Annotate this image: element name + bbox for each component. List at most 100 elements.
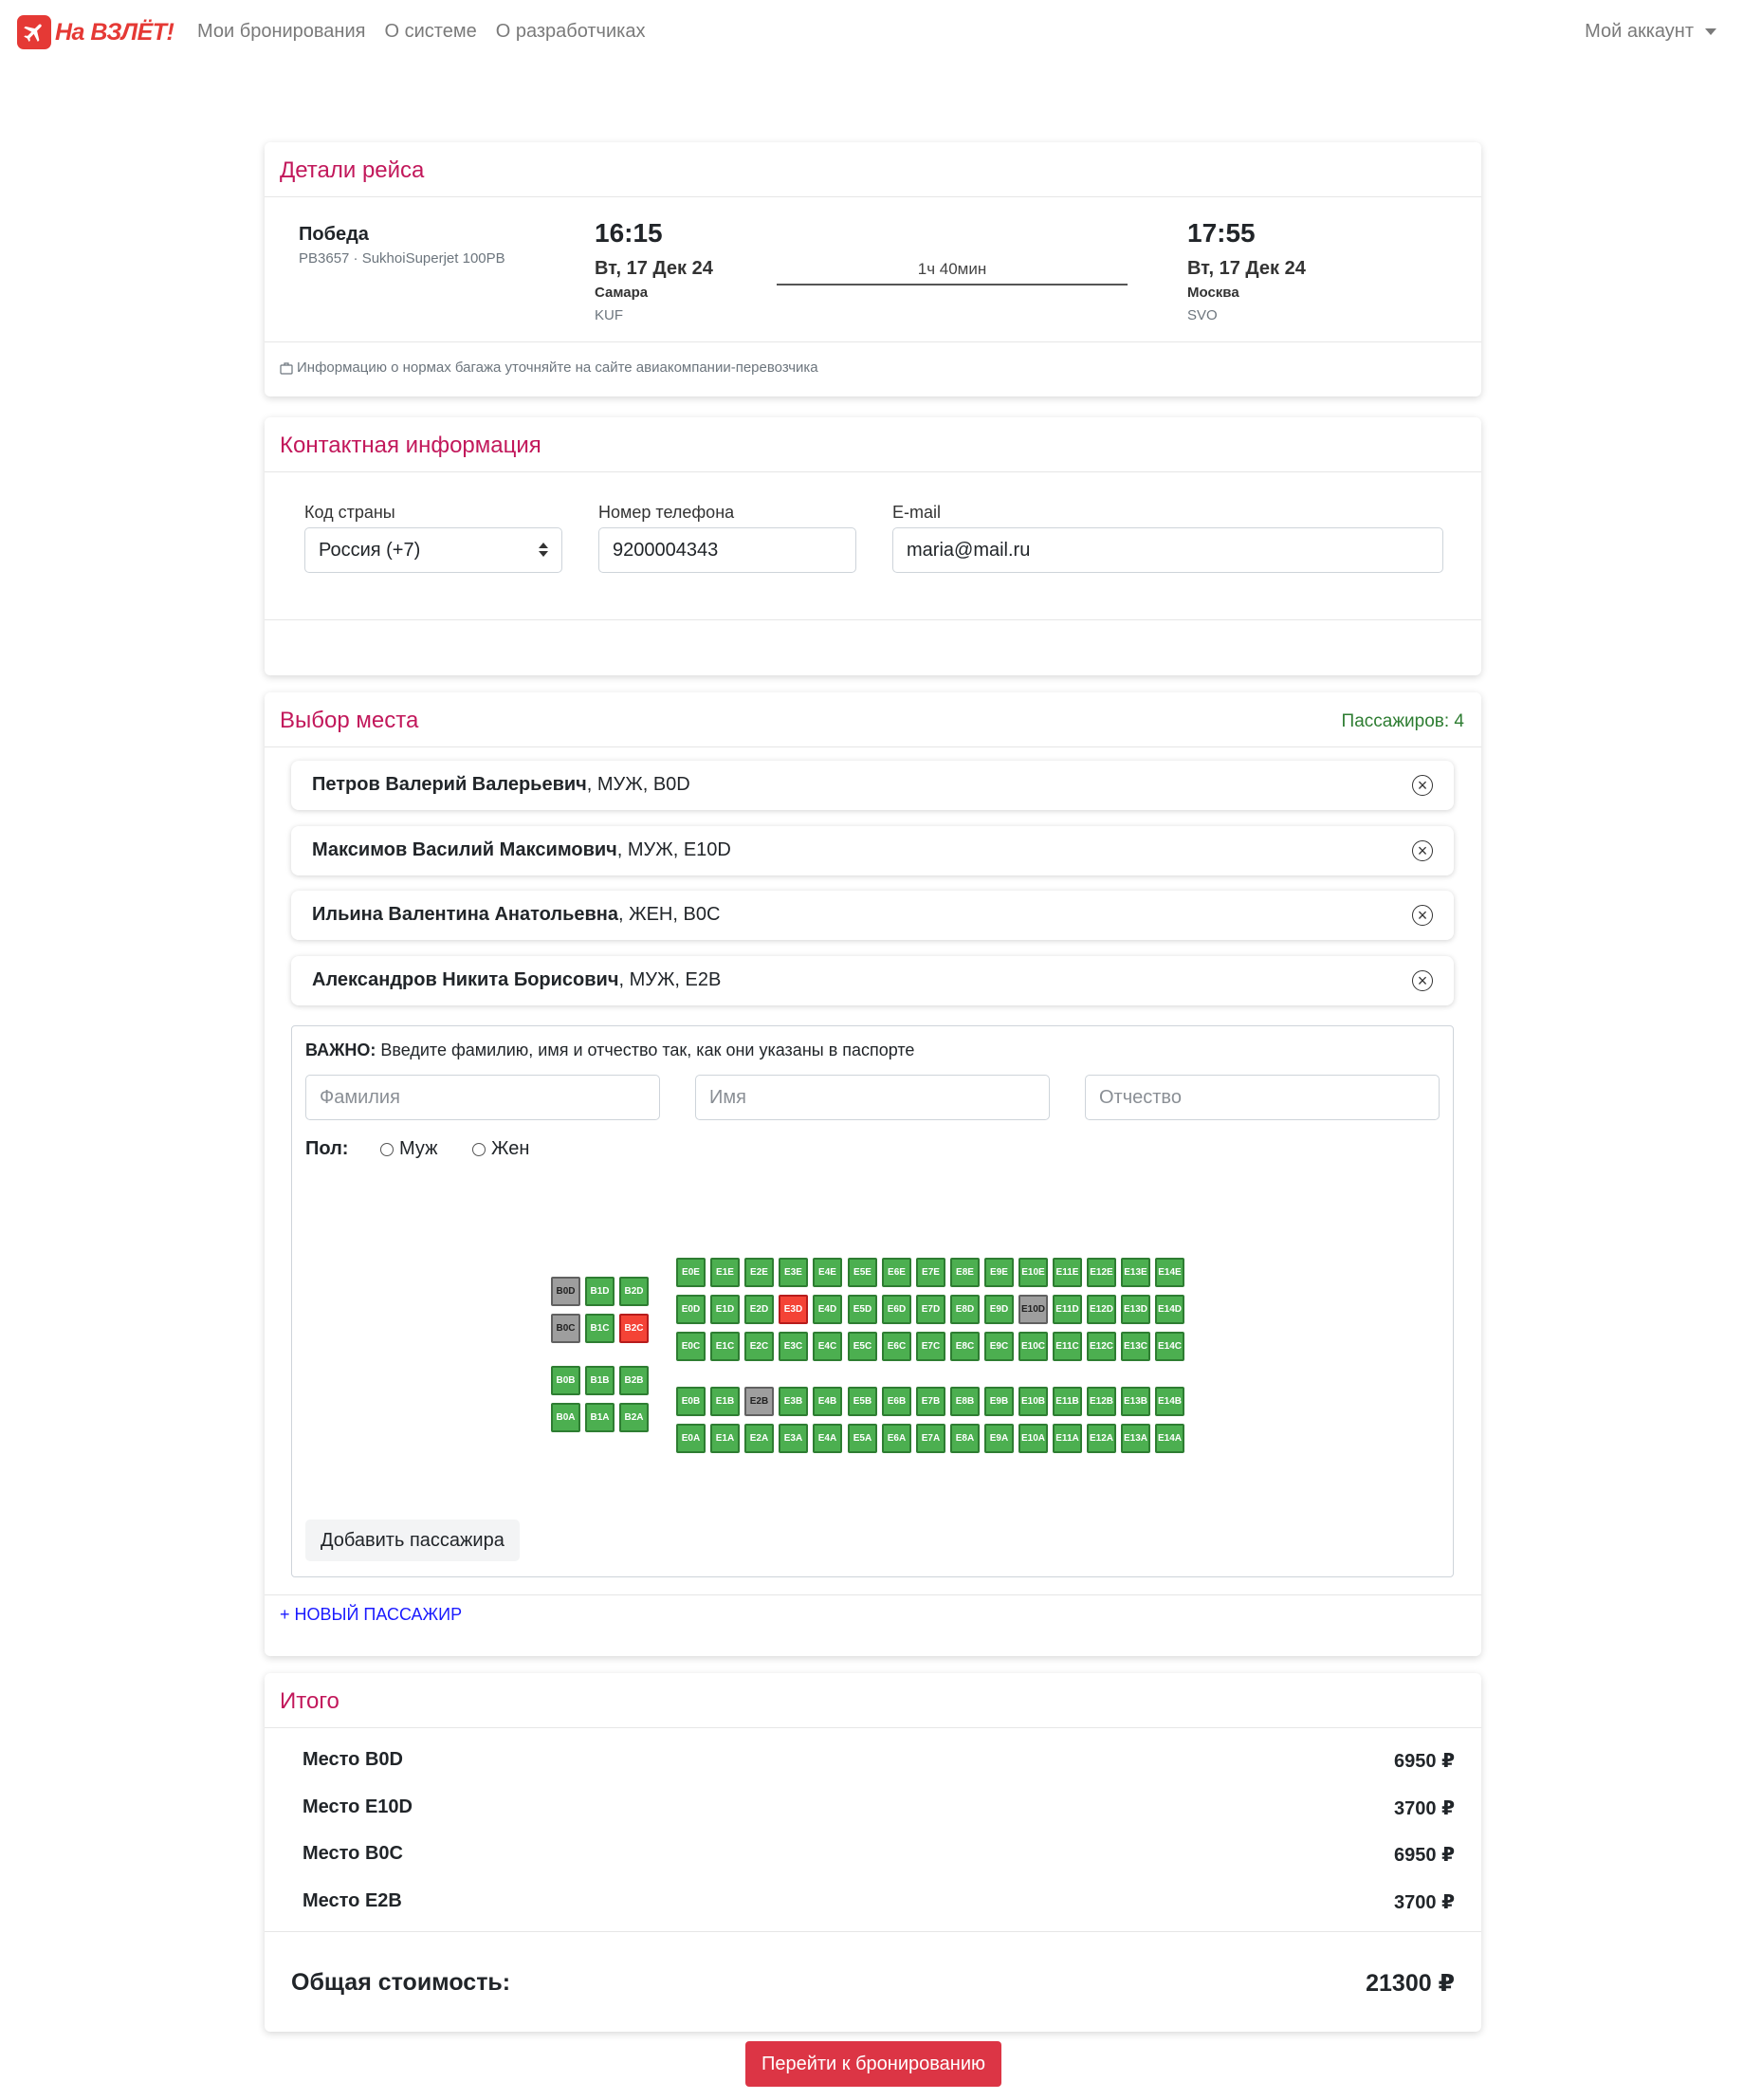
seat-E8A[interactable]: E8A: [950, 1424, 980, 1453]
seat-E13C[interactable]: E13C: [1121, 1332, 1150, 1361]
seat-E9A[interactable]: E9A: [984, 1424, 1014, 1453]
seat-E4C[interactable]: E4C: [813, 1332, 842, 1361]
seat-E2A[interactable]: E2A: [744, 1424, 774, 1453]
seat-B2A[interactable]: B2A: [619, 1403, 649, 1432]
seat-E2B[interactable]: E2B: [744, 1387, 774, 1416]
seat-E12C[interactable]: E12C: [1087, 1332, 1116, 1361]
seat-E11B[interactable]: E11B: [1053, 1387, 1082, 1416]
seat-E7B[interactable]: E7B: [916, 1387, 945, 1416]
seat-E0C[interactable]: E0C: [676, 1332, 706, 1361]
seat-E7A[interactable]: E7A: [916, 1424, 945, 1453]
seat-E14B[interactable]: E14B: [1155, 1387, 1184, 1416]
seat-E6D[interactable]: E6D: [882, 1295, 911, 1324]
seat-E7C[interactable]: E7C: [916, 1332, 945, 1361]
seat-E4A[interactable]: E4A: [813, 1424, 842, 1453]
seat-E14A[interactable]: E14A: [1155, 1424, 1184, 1453]
seat-B1C[interactable]: B1C: [585, 1314, 615, 1343]
seat-E1B[interactable]: E1B: [710, 1387, 740, 1416]
remove-passenger-icon[interactable]: ×: [1412, 905, 1433, 926]
seat-E1E[interactable]: E1E: [710, 1258, 740, 1287]
seat-E12E[interactable]: E12E: [1087, 1258, 1116, 1287]
seat-E10D[interactable]: E10D: [1018, 1295, 1048, 1324]
account-dropdown[interactable]: Мой аккаунт: [1585, 21, 1716, 43]
seat-B1D[interactable]: B1D: [585, 1277, 615, 1306]
seat-E10A[interactable]: E10A: [1018, 1424, 1048, 1453]
seat-E14D[interactable]: E14D: [1155, 1295, 1184, 1324]
seat-E1C[interactable]: E1C: [710, 1332, 740, 1361]
seat-E11C[interactable]: E11C: [1053, 1332, 1082, 1361]
email-input[interactable]: maria@mail.ru: [892, 527, 1443, 573]
remove-passenger-icon[interactable]: ×: [1412, 775, 1433, 796]
brand-logo[interactable]: На ВЗЛЁТ!: [17, 15, 174, 49]
seat-E0E[interactable]: E0E: [676, 1258, 706, 1287]
seat-E4E[interactable]: E4E: [813, 1258, 842, 1287]
seat-E0D[interactable]: E0D: [676, 1295, 706, 1324]
seat-E8B[interactable]: E8B: [950, 1387, 980, 1416]
nav-link-bookings[interactable]: Мои бронирования: [197, 21, 365, 43]
seat-B0D[interactable]: B0D: [551, 1277, 580, 1306]
seat-E6B[interactable]: E6B: [882, 1387, 911, 1416]
seat-E6A[interactable]: E6A: [882, 1424, 911, 1453]
seat-E13D[interactable]: E13D: [1121, 1295, 1150, 1324]
seat-E7E[interactable]: E7E: [916, 1258, 945, 1287]
remove-passenger-icon[interactable]: ×: [1412, 970, 1433, 991]
seat-B0A[interactable]: B0A: [551, 1403, 580, 1432]
seat-E9D[interactable]: E9D: [984, 1295, 1014, 1324]
seat-E2E[interactable]: E2E: [744, 1258, 774, 1287]
seat-E11D[interactable]: E11D: [1053, 1295, 1082, 1324]
seat-E12A[interactable]: E12A: [1087, 1424, 1116, 1453]
seat-E13B[interactable]: E13B: [1121, 1387, 1150, 1416]
seat-E12D[interactable]: E12D: [1087, 1295, 1116, 1324]
seat-E5B[interactable]: E5B: [848, 1387, 877, 1416]
seat-E1A[interactable]: E1A: [710, 1424, 740, 1453]
nav-link-developers[interactable]: О разработчиках: [496, 21, 646, 43]
seat-E0B[interactable]: E0B: [676, 1387, 706, 1416]
seat-E8C[interactable]: E8C: [950, 1332, 980, 1361]
seat-E10B[interactable]: E10B: [1018, 1387, 1048, 1416]
seat-B2C[interactable]: B2C: [619, 1314, 649, 1343]
nav-link-about[interactable]: О системе: [384, 21, 476, 43]
seat-E13E[interactable]: E13E: [1121, 1258, 1150, 1287]
remove-passenger-icon[interactable]: ×: [1412, 840, 1433, 861]
new-passenger-link[interactable]: + НОВЫЙ ПАССАЖИР: [280, 1605, 462, 1625]
seat-B2D[interactable]: B2D: [619, 1277, 649, 1306]
seat-E12B[interactable]: E12B: [1087, 1387, 1116, 1416]
seat-E3B[interactable]: E3B: [779, 1387, 808, 1416]
seat-E10E[interactable]: E10E: [1018, 1258, 1048, 1287]
seat-E3E[interactable]: E3E: [779, 1258, 808, 1287]
phone-input[interactable]: 9200004343: [598, 527, 856, 573]
seat-B1B[interactable]: B1B: [585, 1366, 615, 1395]
seat-B2B[interactable]: B2B: [619, 1366, 649, 1395]
seat-E1D[interactable]: E1D: [710, 1295, 740, 1324]
seat-B0B[interactable]: B0B: [551, 1366, 580, 1395]
seat-E2C[interactable]: E2C: [744, 1332, 774, 1361]
seat-E3C[interactable]: E3C: [779, 1332, 808, 1361]
seat-E10C[interactable]: E10C: [1018, 1332, 1048, 1361]
proceed-to-booking-button[interactable]: Перейти к бронированию: [745, 2041, 1001, 2087]
seat-E8E[interactable]: E8E: [950, 1258, 980, 1287]
seat-E5E[interactable]: E5E: [848, 1258, 877, 1287]
country-code-select[interactable]: Россия (+7): [304, 527, 562, 573]
seat-E7D[interactable]: E7D: [916, 1295, 945, 1324]
seat-E4B[interactable]: E4B: [813, 1387, 842, 1416]
seat-E6E[interactable]: E6E: [882, 1258, 911, 1287]
seat-E2D[interactable]: E2D: [744, 1295, 774, 1324]
seat-E9E[interactable]: E9E: [984, 1258, 1014, 1287]
seat-E6C[interactable]: E6C: [882, 1332, 911, 1361]
seat-E5A[interactable]: E5A: [848, 1424, 877, 1453]
seat-E9B[interactable]: E9B: [984, 1387, 1014, 1416]
seat-E14E[interactable]: E14E: [1155, 1258, 1184, 1287]
seat-E11E[interactable]: E11E: [1053, 1258, 1082, 1287]
seat-E9C[interactable]: E9C: [984, 1332, 1014, 1361]
seat-B0C[interactable]: B0C: [551, 1314, 580, 1343]
seat-E8D[interactable]: E8D: [950, 1295, 980, 1324]
seat-E5C[interactable]: E5C: [848, 1332, 877, 1361]
add-passenger-button[interactable]: Добавить пассажира: [305, 1520, 520, 1561]
seat-E5D[interactable]: E5D: [848, 1295, 877, 1324]
seat-E3A[interactable]: E3A: [779, 1424, 808, 1453]
seat-B1A[interactable]: B1A: [585, 1403, 615, 1432]
seat-E0A[interactable]: E0A: [676, 1424, 706, 1453]
seat-E4D[interactable]: E4D: [813, 1295, 842, 1324]
seat-E3D[interactable]: E3D: [779, 1295, 808, 1324]
seat-E14C[interactable]: E14C: [1155, 1332, 1184, 1361]
